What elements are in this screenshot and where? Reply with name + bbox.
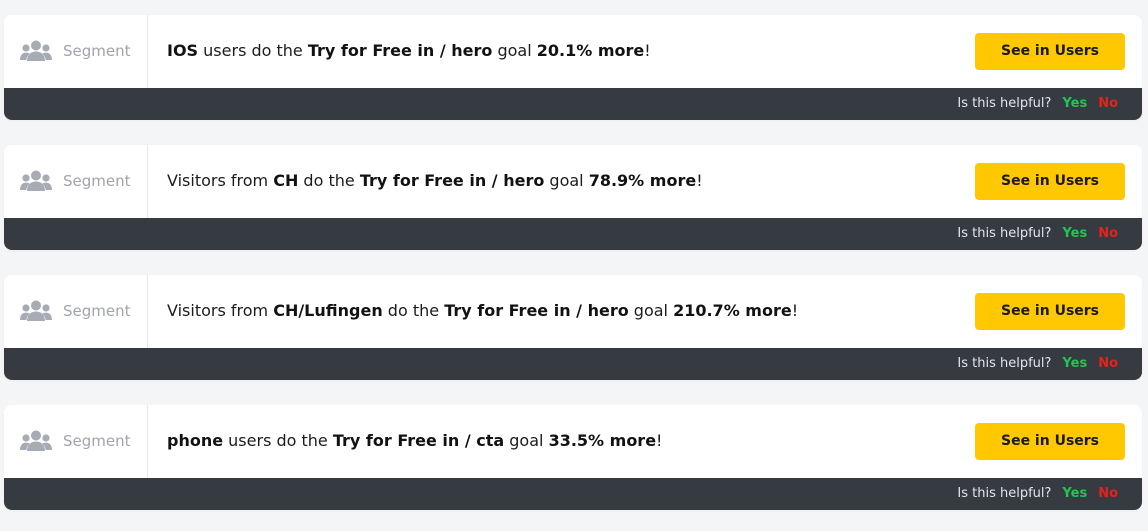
insight-card-body: Segment Visitors from CH/Lufingen do the… [4, 275, 1142, 348]
insights-list: Segment IOS users do the Try for Free in… [0, 0, 1148, 531]
insight-card: Segment Visitors from CH/Lufingen do the… [4, 275, 1142, 380]
insight-mid: do the [298, 171, 360, 190]
insight-subject: CH [273, 171, 299, 190]
insight-subject: CH/Lufingen [273, 301, 383, 320]
insight-text: phone users do the Try for Free in / cta… [167, 430, 662, 452]
insight-card-body: Segment Visitors from CH do the Try for … [4, 145, 1142, 218]
insight-card: Segment IOS users do the Try for Free in… [4, 15, 1142, 120]
feedback-bar: Is this helpful? Yes No [4, 348, 1142, 380]
feedback-row: Is this helpful? Yes No [957, 356, 1118, 372]
insight-delta: 20.1% more [536, 41, 645, 60]
feedback-yes-link[interactable]: Yes [1062, 486, 1087, 501]
users-group-icon [20, 170, 52, 191]
feedback-bar: Is this helpful? Yes No [4, 218, 1142, 250]
see-in-users-button[interactable]: See in Users [975, 293, 1125, 330]
insight-card: Segment Visitors from CH do the Try for … [4, 145, 1142, 250]
feedback-row: Is this helpful? Yes No [957, 226, 1118, 242]
users-group-icon [20, 40, 52, 61]
insight-lead: Visitors from [167, 171, 274, 190]
users-group-icon [20, 300, 52, 321]
users-group-icon [20, 430, 52, 451]
insight-lead: Visitors from [167, 301, 274, 320]
insight-mid: do the [382, 301, 445, 320]
insight-goal-word: goal [628, 301, 674, 320]
insight-end: ! [644, 41, 651, 60]
feedback-bar: Is this helpful? Yes No [4, 88, 1142, 120]
insight-text: IOS users do the Try for Free in / hero … [167, 40, 651, 62]
feedback-yes-link[interactable]: Yes [1062, 96, 1087, 111]
see-in-users-button[interactable]: See in Users [975, 163, 1125, 200]
insight-end: ! [656, 431, 663, 450]
segment-cell: Segment [4, 15, 148, 88]
insight-goal: Try for Free in / hero [307, 41, 493, 60]
insight-goal: Try for Free in / hero [444, 301, 629, 320]
insight-goal: Try for Free in / cta [332, 431, 505, 450]
insight-delta: 210.7% more [673, 301, 792, 320]
feedback-question: Is this helpful? [957, 226, 1052, 241]
segment-label: Segment [63, 302, 131, 320]
insight-delta: 33.5% more [548, 431, 657, 450]
insight-end: ! [791, 301, 799, 320]
insight-goal-word: goal [544, 171, 589, 190]
feedback-no-link[interactable]: No [1098, 226, 1118, 241]
see-in-users-button[interactable]: See in Users [975, 33, 1125, 70]
insight-goal-word: goal [504, 431, 549, 450]
segment-cell: Segment [4, 275, 148, 348]
segment-label: Segment [63, 432, 131, 450]
insight-mid: users do the [223, 431, 333, 450]
segment-label: Segment [63, 42, 131, 60]
feedback-yes-link[interactable]: Yes [1062, 226, 1087, 241]
feedback-question: Is this helpful? [957, 486, 1052, 501]
insight-subject: phone [167, 431, 224, 450]
insight-subject: IOS [167, 41, 199, 60]
insight-delta: 78.9% more [588, 171, 697, 190]
segment-cell: Segment [4, 145, 148, 218]
segment-label: Segment [63, 172, 131, 190]
feedback-no-link[interactable]: No [1098, 356, 1118, 371]
insight-text: Visitors from CH/Lufingen do the Try for… [167, 300, 798, 322]
insight-card-body: Segment phone users do the Try for Free … [4, 405, 1142, 478]
insight-mid: users do the [198, 41, 308, 60]
feedback-row: Is this helpful? Yes No [957, 486, 1118, 502]
segment-cell: Segment [4, 405, 148, 478]
insight-text: Visitors from CH do the Try for Free in … [167, 170, 703, 192]
feedback-bar: Is this helpful? Yes No [4, 478, 1142, 510]
feedback-no-link[interactable]: No [1098, 96, 1118, 111]
see-in-users-button[interactable]: See in Users [975, 423, 1125, 460]
feedback-yes-link[interactable]: Yes [1062, 356, 1087, 371]
insight-goal-word: goal [492, 41, 537, 60]
feedback-row: Is this helpful? Yes No [957, 96, 1118, 112]
feedback-no-link[interactable]: No [1098, 486, 1118, 501]
insight-end: ! [696, 171, 703, 190]
insight-card-body: Segment IOS users do the Try for Free in… [4, 15, 1142, 88]
feedback-question: Is this helpful? [957, 356, 1052, 371]
insight-goal: Try for Free in / hero [359, 171, 545, 190]
insight-card: Segment phone users do the Try for Free … [4, 405, 1142, 510]
feedback-question: Is this helpful? [957, 96, 1052, 111]
